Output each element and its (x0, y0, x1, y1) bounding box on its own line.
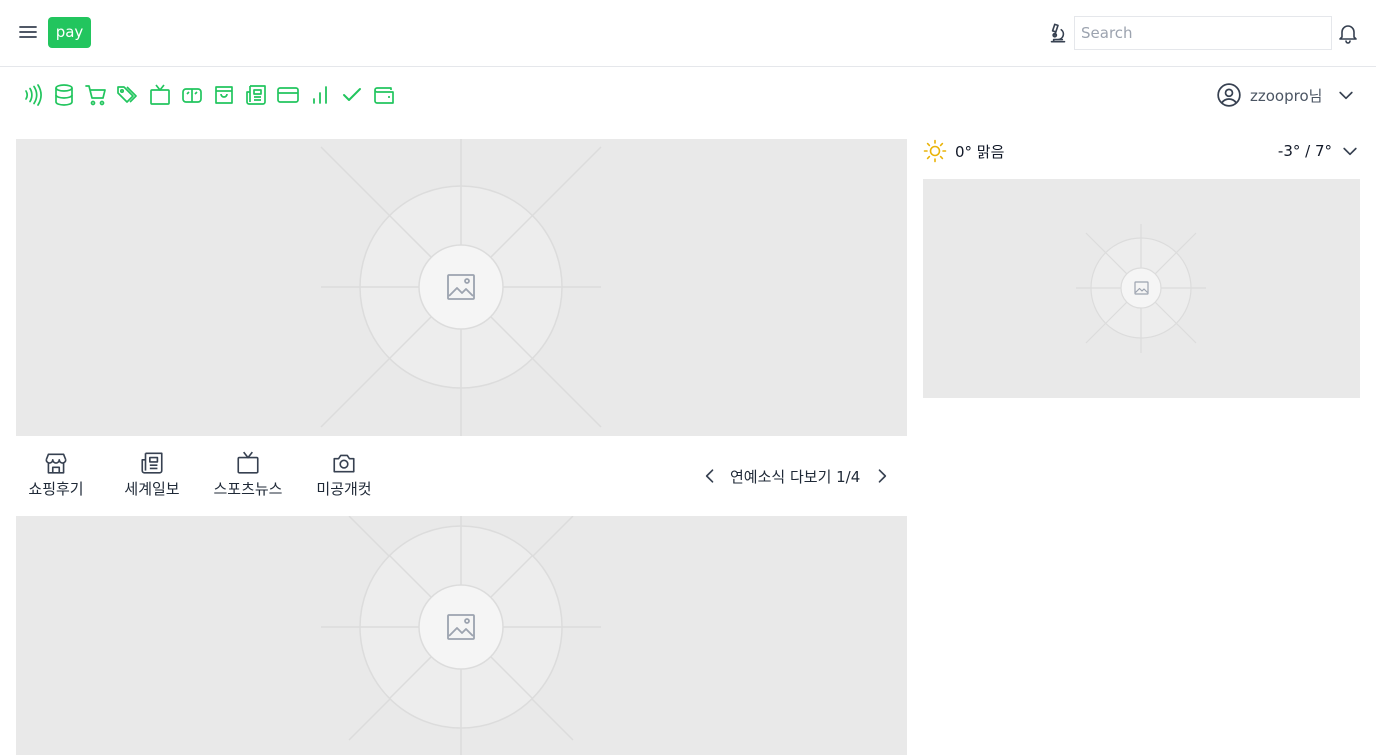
wallet-icon[interactable] (368, 79, 400, 111)
ticket-icon[interactable] (176, 79, 208, 111)
chevron-left-icon[interactable] (700, 466, 720, 486)
tv-icon (237, 451, 259, 474)
microscope-icon[interactable] (1045, 20, 1071, 46)
nfc-icon[interactable] (16, 79, 48, 111)
check-icon[interactable] (336, 79, 368, 111)
bar-chart-icon[interactable] (304, 79, 336, 111)
quick-icon-bar (16, 79, 400, 111)
tv-icon[interactable] (144, 79, 176, 111)
chevron-down-icon[interactable] (1336, 85, 1356, 105)
user-circle-icon (1216, 82, 1242, 108)
entertainment-more-link[interactable]: 연예소식 다보기 1/4 (730, 466, 860, 487)
store-icon (45, 453, 67, 474)
temperature-range: -3° / 7° (1277, 142, 1332, 160)
user-name: zzoopro님 (1250, 86, 1323, 105)
category-segye-ilbo[interactable]: 세계일보 (112, 450, 192, 499)
weather-widget: 0° 맑음 -3° / 7° (923, 137, 1360, 165)
camera-icon (333, 454, 355, 473)
category-label: 세계일보 (124, 480, 180, 498)
chevron-down-icon[interactable] (1340, 141, 1360, 161)
bell-icon[interactable] (1336, 20, 1360, 46)
category-label: 미공개컷 (316, 480, 372, 498)
sun-icon (923, 139, 947, 163)
user-menu[interactable]: zzoopro님 (1216, 81, 1356, 109)
category-row: 쇼핑후기 세계일보 스포츠뉴스 미공개컷 (16, 450, 400, 499)
main-banner-image[interactable] (16, 139, 907, 436)
side-ad-image[interactable] (923, 179, 1360, 398)
search-input[interactable] (1074, 16, 1332, 50)
chevron-right-icon[interactable] (872, 466, 892, 486)
current-weather: 0° 맑음 (955, 142, 1005, 161)
category-label: 스포츠뉴스 (213, 480, 283, 498)
category-shopping-review[interactable]: 쇼핑후기 (16, 450, 96, 499)
database-icon[interactable] (48, 79, 80, 111)
newspaper-icon (141, 452, 163, 474)
credit-card-icon[interactable] (272, 79, 304, 111)
entertainment-pager: 연예소식 다보기 1/4 (700, 462, 892, 490)
top-header: pay (0, 0, 1376, 67)
hamburger-menu-icon[interactable] (16, 20, 40, 44)
entertainment-news-image[interactable] (16, 516, 907, 755)
newspaper-icon[interactable] (240, 79, 272, 111)
category-unreleased-cut[interactable]: 미공개컷 (304, 450, 384, 499)
tags-icon[interactable] (112, 79, 144, 111)
category-label: 쇼핑후기 (28, 480, 84, 498)
pay-logo[interactable]: pay (48, 17, 91, 48)
category-sports-news[interactable]: 스포츠뉴스 (208, 450, 288, 499)
cart-icon[interactable] (80, 79, 112, 111)
shopping-bag-icon[interactable] (208, 79, 240, 111)
